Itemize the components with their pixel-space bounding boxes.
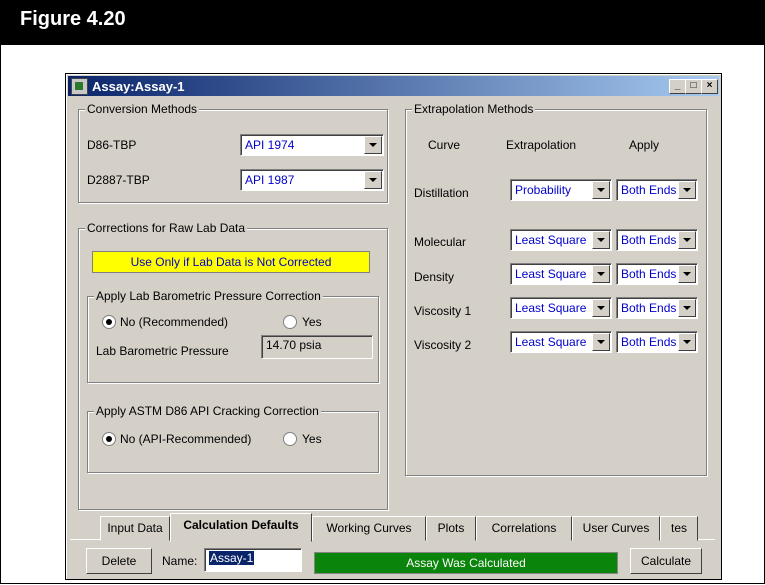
barometric-legend: Apply Lab Barometric Pressure Correction [94, 289, 323, 303]
d86-tbp-combo[interactable]: API 1974 [240, 134, 384, 156]
header-extrapolation: Extrapolation [506, 138, 577, 152]
viscosity-1-apply: Both Ends [621, 301, 677, 315]
distillation-apply-combo[interactable]: Both Ends [616, 179, 698, 201]
viscosity-2-method: Least Square [515, 335, 587, 349]
chevron-down-icon[interactable] [678, 299, 696, 317]
status-bar: Assay Was Calculated [314, 552, 618, 574]
cracking-yes-radio[interactable] [283, 432, 297, 446]
density-apply-combo[interactable]: Both Ends [616, 263, 698, 285]
app-icon[interactable] [71, 78, 88, 95]
tab-correlations[interactable]: Correlations [476, 516, 572, 541]
molecular-method: Least Square [515, 233, 587, 247]
chevron-down-icon[interactable] [678, 181, 696, 199]
extrapolation-group: Extrapolation Methods Curve Extrapolatio… [405, 102, 707, 476]
density-method: Least Square [515, 267, 587, 281]
d2887-tbp-combo[interactable]: API 1987 [240, 169, 384, 191]
viscosity-1-apply-combo[interactable]: Both Ends [616, 297, 698, 319]
corrections-group: Corrections for Raw Lab Data Use Only if… [78, 221, 388, 510]
molecular-apply-combo[interactable]: Both Ends [616, 229, 698, 251]
maximize-button[interactable]: □ [685, 79, 702, 94]
distillation-method: Probability [515, 183, 572, 197]
tab-notes[interactable]: tes [660, 516, 698, 541]
pressure-field[interactable]: 14.70 psia [261, 335, 373, 359]
row-curve-viscosity-1: Viscosity 1 [414, 304, 472, 318]
chevron-down-icon[interactable] [364, 136, 382, 154]
pressure-value: 14.70 psia [266, 338, 322, 352]
chevron-down-icon[interactable] [678, 333, 696, 351]
cracking-no-label: No (API-Recommended) [120, 432, 252, 446]
assay-window: Assay:Assay-1 _ □ × Conversion Methods D… [65, 73, 722, 580]
conversion-methods-legend: Conversion Methods [85, 102, 200, 116]
window-title: Assay:Assay-1 [92, 79, 185, 94]
density-apply: Both Ends [621, 267, 677, 281]
header-apply: Apply [629, 138, 660, 152]
chevron-down-icon[interactable] [364, 171, 382, 189]
barometric-no-radio[interactable] [102, 315, 116, 329]
delete-button[interactable]: Delete [86, 548, 152, 574]
molecular-method-combo[interactable]: Least Square [510, 229, 612, 251]
corrections-legend: Corrections for Raw Lab Data [85, 221, 248, 235]
barometric-group: Apply Lab Barometric Pressure Correction… [87, 289, 379, 383]
figure-title: Figure 4.20 [20, 8, 126, 30]
d86-tbp-value: API 1974 [245, 138, 295, 152]
title-bar[interactable]: Assay:Assay-1 _ □ × [68, 76, 719, 96]
viscosity-2-apply: Both Ends [621, 335, 677, 349]
header-curve: Curve [428, 138, 461, 152]
cracking-yes-label: Yes [302, 432, 322, 446]
barometric-no-label: No (Recommended) [120, 315, 229, 329]
tab-user-curves[interactable]: User Curves [572, 516, 660, 541]
viscosity-1-method-combo[interactable]: Least Square [510, 297, 612, 319]
distillation-method-combo[interactable]: Probability [510, 179, 612, 201]
d2887-tbp-value: API 1987 [245, 173, 295, 187]
name-value: Assay-1 [209, 551, 255, 565]
cracking-legend: Apply ASTM D86 API Cracking Correction [94, 404, 321, 418]
figure-header: Figure 4.20 [0, 0, 765, 45]
extrapolation-legend: Extrapolation Methods [412, 102, 536, 116]
viscosity-1-method: Least Square [515, 301, 587, 315]
d86-tbp-label: D86-TBP [87, 138, 137, 152]
warning-banner: Use Only if Lab Data is Not Corrected [92, 251, 370, 273]
tab-calculation-defaults[interactable]: Calculation Defaults [170, 513, 312, 542]
cracking-no-radio[interactable] [102, 432, 116, 446]
viscosity-2-apply-combo[interactable]: Both Ends [616, 331, 698, 353]
calculate-button[interactable]: Calculate [630, 548, 702, 574]
chevron-down-icon[interactable] [678, 265, 696, 283]
row-curve-density: Density [414, 270, 455, 284]
barometric-yes-label: Yes [302, 315, 322, 329]
tab-input-data[interactable]: Input Data [100, 516, 170, 541]
chevron-down-icon[interactable] [592, 333, 610, 351]
tab-plots[interactable]: Plots [426, 516, 476, 541]
chevron-down-icon[interactable] [592, 265, 610, 283]
pressure-label: Lab Barometric Pressure [96, 344, 229, 358]
cracking-group: Apply ASTM D86 API Cracking Correction N… [87, 404, 379, 473]
row-curve-molecular: Molecular [414, 235, 467, 249]
name-label: Name: [162, 554, 198, 568]
distillation-apply: Both Ends [621, 183, 677, 197]
chevron-down-icon[interactable] [592, 231, 610, 249]
chevron-down-icon[interactable] [592, 299, 610, 317]
molecular-apply: Both Ends [621, 233, 677, 247]
row-curve-distillation: Distillation [414, 186, 469, 200]
row-curve-viscosity-2: Viscosity 2 [414, 338, 472, 352]
name-input[interactable]: Assay-1 [204, 548, 302, 572]
tab-working-curves[interactable]: Working Curves [312, 516, 426, 541]
density-method-combo[interactable]: Least Square [510, 263, 612, 285]
conversion-methods-group: Conversion Methods D86-TBP API 1974 D288… [78, 102, 388, 203]
close-button[interactable]: × [701, 79, 718, 94]
barometric-yes-radio[interactable] [283, 315, 297, 329]
minimize-button[interactable]: _ [669, 79, 686, 94]
d2887-tbp-label: D2887-TBP [87, 173, 150, 187]
chevron-down-icon[interactable] [592, 181, 610, 199]
chevron-down-icon[interactable] [678, 231, 696, 249]
viscosity-2-method-combo[interactable]: Least Square [510, 331, 612, 353]
